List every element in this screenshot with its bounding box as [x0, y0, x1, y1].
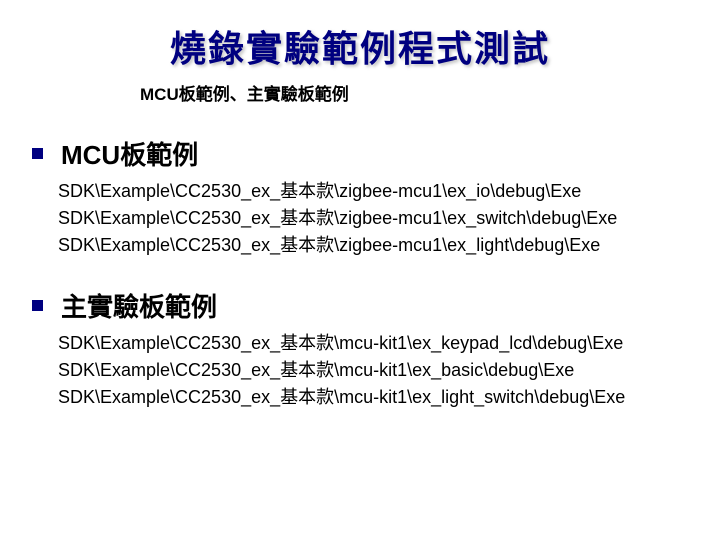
path-item: SDK\Example\CC2530_ex_基本款\zigbee-mcu1\ex… — [58, 178, 690, 205]
path-item: SDK\Example\CC2530_ex_基本款\mcu-kit1\ex_ba… — [58, 357, 690, 384]
bullet-icon — [32, 148, 43, 159]
path-item: SDK\Example\CC2530_ex_基本款\zigbee-mcu1\ex… — [58, 232, 690, 259]
section-2-header: 主實驗板範例 — [30, 287, 690, 324]
section-2-paths: SDK\Example\CC2530_ex_基本款\mcu-kit1\ex_ke… — [58, 330, 690, 411]
path-item: SDK\Example\CC2530_ex_基本款\zigbee-mcu1\ex… — [58, 205, 690, 232]
path-item: SDK\Example\CC2530_ex_基本款\mcu-kit1\ex_li… — [58, 384, 690, 411]
path-item: SDK\Example\CC2530_ex_基本款\mcu-kit1\ex_ke… — [58, 330, 690, 357]
slide-content: 燒錄實驗範例程式測試 MCU板範例、主實驗板範例 MCU板範例 SDK\Exam… — [0, 0, 720, 459]
section-2-heading: 主實驗板範例 — [61, 287, 217, 324]
section-1-header: MCU板範例 — [30, 135, 690, 172]
section-1-paths: SDK\Example\CC2530_ex_基本款\zigbee-mcu1\ex… — [58, 178, 690, 259]
bullet-icon — [32, 300, 43, 311]
page-subtitle: MCU板範例、主實驗板範例 — [140, 80, 690, 105]
page-title: 燒錄實驗範例程式測試 — [30, 20, 690, 72]
section-1-heading: MCU板範例 — [61, 135, 198, 172]
